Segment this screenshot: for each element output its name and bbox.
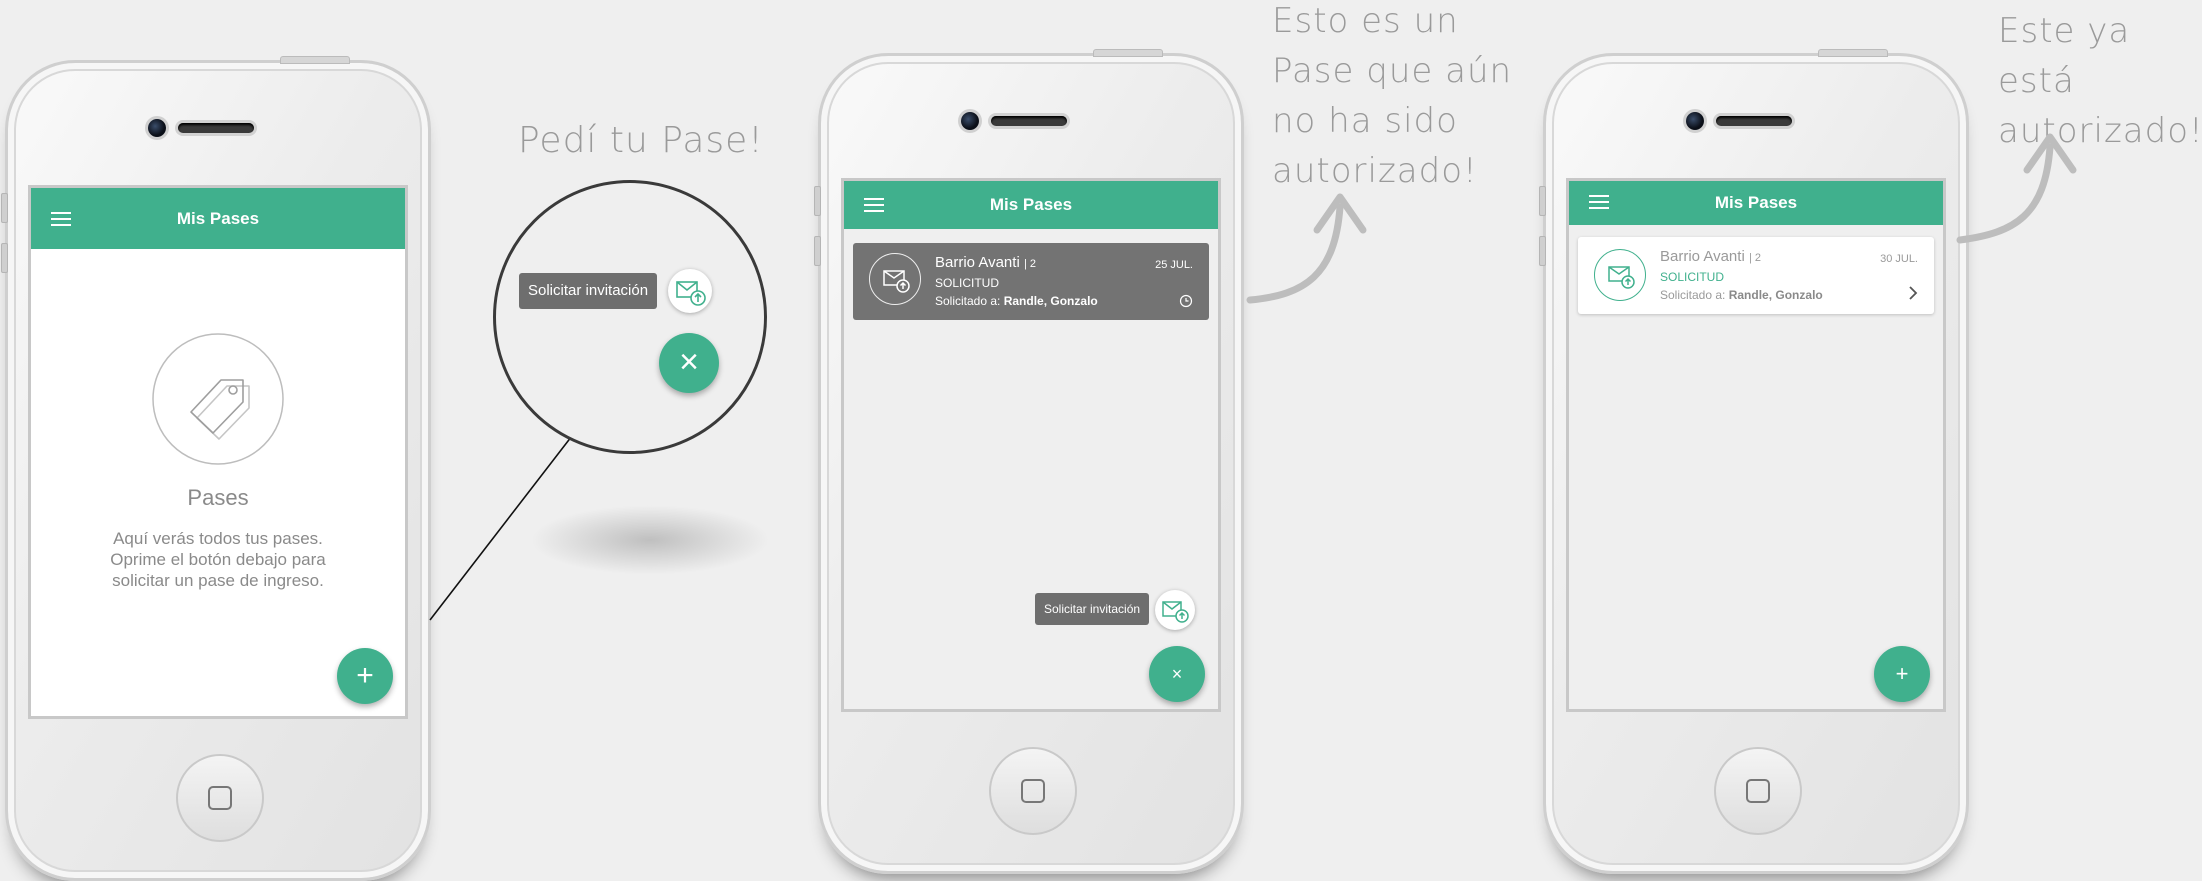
- close-fab-button[interactable]: ×: [659, 333, 719, 393]
- annotation-no-autorizado: Esto es un Pase que aún no ha sido autor…: [1272, 0, 1512, 196]
- pass-requested: Solicitado a: Randle, Gonzalo: [935, 294, 1098, 308]
- requested-to: Randle, Gonzalo: [1728, 288, 1823, 302]
- zoom-circle: Solicitar invitación ×: [493, 180, 767, 454]
- power-button: [1818, 49, 1888, 57]
- empty-state-text: Aquí verás todos tus pases. Oprime el bo…: [31, 528, 405, 591]
- empty-state-line: Aquí verás todos tus pases.: [113, 529, 323, 548]
- app-title: Mis Pases: [1714, 193, 1798, 212]
- app-bar: Mis Pases: [844, 181, 1218, 229]
- add-pass-button[interactable]: +: [337, 648, 393, 704]
- volume-button: [1539, 236, 1546, 266]
- curved-arrow: [1956, 133, 2077, 244]
- pass-requested: Solicitado a: Randle, Gonzalo: [1660, 288, 1823, 302]
- phone-mockup-2: Mis Pases Barrio Avanti | 2 SOLICITUD So…: [814, 49, 1244, 874]
- empty-state-line: Oprime el botón debajo para: [110, 550, 326, 569]
- requested-to: Randle, Gonzalo: [1003, 294, 1098, 308]
- app-title: Mis Pases: [989, 195, 1073, 214]
- pass-count: | 2: [1023, 258, 1036, 270]
- home-button: [989, 747, 1077, 835]
- close-fab-button[interactable]: ×: [1149, 646, 1205, 702]
- annotation-pedi-tu-pase: Pedí tu Pase!: [518, 120, 764, 161]
- pass-date: 30 JUL.: [1880, 253, 1918, 265]
- pass-name: Barrio Avanti | 2: [1660, 248, 1761, 265]
- speaker-grille: [178, 123, 254, 133]
- home-button: [1714, 747, 1802, 835]
- pass-date: 25 JUL.: [1155, 259, 1193, 271]
- speaker-grille: [991, 116, 1067, 126]
- volume-button: [814, 236, 821, 266]
- close-icon: ×: [1171, 664, 1183, 684]
- request-invitation-tooltip[interactable]: Solicitar invitación: [519, 273, 658, 309]
- pass-name-text: Barrio Avanti: [935, 254, 1020, 271]
- annotation-line: Este ya está: [1998, 11, 2131, 101]
- plus-icon: +: [1895, 661, 1909, 686]
- home-button: [176, 754, 264, 842]
- pass-card-pending[interactable]: Barrio Avanti | 2 SOLICITUD Solicitado a…: [853, 243, 1209, 320]
- volume-button: [1, 243, 8, 273]
- phone-mockup-1: Mis Pases Pases Aquí verás todos tus pas…: [1, 56, 431, 881]
- mail-upload-icon: [1594, 249, 1646, 301]
- chevron-right-icon[interactable]: [1906, 285, 1920, 301]
- request-invitation-tooltip[interactable]: Solicitar invitación: [1035, 593, 1150, 625]
- pass-count: | 2: [1748, 252, 1761, 264]
- app-title: Mis Pases: [176, 209, 260, 228]
- power-button: [1093, 49, 1163, 57]
- pass-name: Barrio Avanti | 2: [935, 254, 1036, 271]
- close-icon: ×: [679, 343, 699, 381]
- camera-icon: [148, 119, 166, 137]
- volume-button: [814, 186, 821, 216]
- camera-icon: [1686, 112, 1704, 130]
- pass-type: SOLICITUD: [1660, 270, 1725, 284]
- tag-icon: [152, 333, 284, 465]
- volume-button: [1, 193, 8, 223]
- speaker-grille: [1716, 116, 1792, 126]
- app-bar: Mis Pases: [1569, 181, 1943, 225]
- annotation-line: Pase que aún: [1272, 51, 1513, 91]
- pass-name-text: Barrio Avanti: [1660, 248, 1745, 265]
- mail-upload-icon[interactable]: [1155, 590, 1195, 630]
- clock-icon: [1179, 294, 1193, 308]
- plus-icon: +: [356, 659, 374, 692]
- add-pass-button[interactable]: +: [1874, 646, 1930, 702]
- annotation-line: no ha sido: [1272, 101, 1458, 141]
- empty-state-title: Pases: [187, 485, 249, 510]
- requested-prefix: Solicitado a:: [1660, 288, 1726, 302]
- zoom-shadow: [530, 505, 770, 575]
- mail-upload-icon[interactable]: [668, 269, 712, 313]
- empty-state-line: solicitar un pase de ingreso.: [112, 571, 324, 590]
- app-screen: Mis Pases Pases Aquí verás todos tus pas…: [28, 185, 408, 719]
- app-screen: Mis Pases Barrio Avanti | 2 SOLICITUD So…: [1566, 178, 1946, 712]
- volume-button: [1539, 186, 1546, 216]
- pass-card-authorized[interactable]: Barrio Avanti | 2 SOLICITUD Solicitado a…: [1578, 237, 1934, 314]
- mail-upload-icon: [869, 253, 921, 305]
- app-screen: Mis Pases Barrio Avanti | 2 SOLICITUD So…: [841, 178, 1221, 712]
- power-button: [280, 56, 350, 64]
- camera-icon: [961, 112, 979, 130]
- requested-prefix: Solicitado a:: [935, 294, 1001, 308]
- annotation-line: Esto es un: [1272, 1, 1459, 41]
- curved-arrow: [1246, 193, 1367, 304]
- app-bar: Mis Pases: [31, 188, 405, 249]
- phone-mockup-3: Mis Pases Barrio Avanti | 2 SOLICITUD So…: [1539, 49, 1969, 874]
- pass-type: SOLICITUD: [935, 276, 1000, 290]
